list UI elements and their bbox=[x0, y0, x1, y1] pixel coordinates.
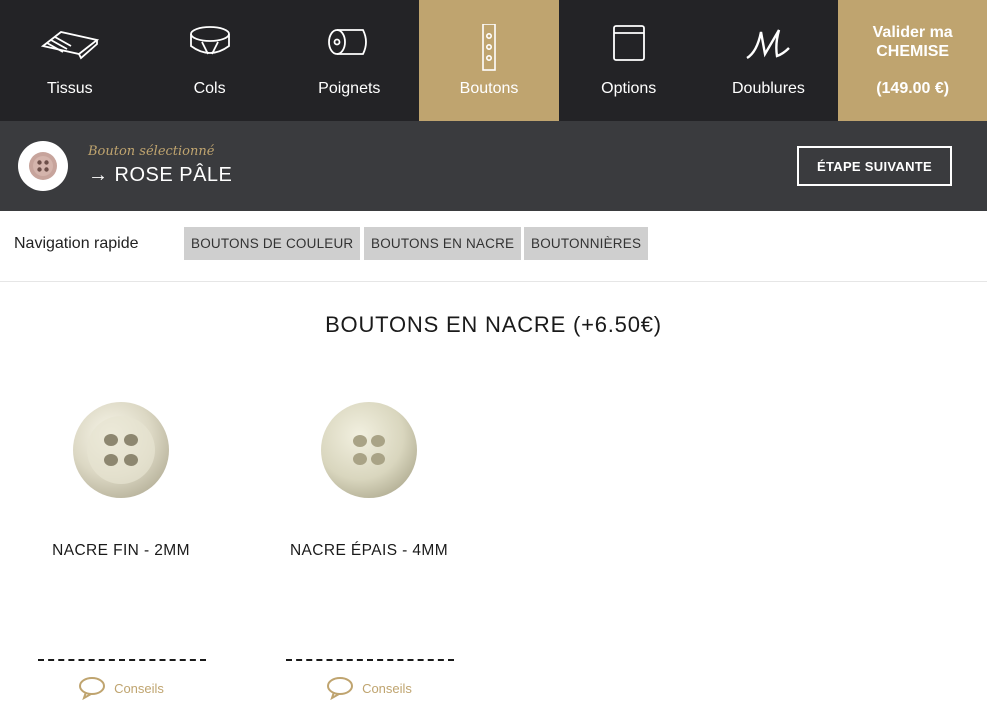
top-navigation: Tissus Cols Poignets Boutons Options Dou… bbox=[0, 0, 987, 121]
nav-options[interactable]: Options bbox=[559, 0, 699, 121]
nav-label: Tissus bbox=[47, 80, 93, 97]
next-step-button[interactable]: ÉTAPE SUIVANTE bbox=[797, 146, 952, 186]
cuff-icon bbox=[327, 24, 371, 80]
options-icon bbox=[612, 24, 646, 80]
nav-label: Doublures bbox=[731, 80, 805, 97]
quick-nav-label: Navigation rapide bbox=[14, 235, 139, 252]
quick-nav-nacre-buttons[interactable]: BOUTONS EN NACRE bbox=[364, 227, 522, 260]
validate-line1: Valider ma bbox=[872, 24, 953, 41]
validate-price: (149.00 €) bbox=[876, 80, 950, 97]
button-swatch-icon bbox=[29, 152, 57, 180]
quick-nav-buttonholes[interactable]: BOUTONNIÈRES bbox=[524, 227, 649, 260]
nav-tissus[interactable]: Tissus bbox=[0, 0, 140, 121]
buttons-icon bbox=[479, 24, 499, 80]
validate-line2: CHEMISE bbox=[876, 43, 950, 60]
quick-navigation: Navigation rapide BOUTONS DE COULEUR BOU… bbox=[0, 211, 987, 282]
monogram-icon bbox=[743, 24, 793, 80]
nav-label: Boutons bbox=[459, 80, 519, 97]
section-title: BOUTONS EN NACRE (+6.50€) bbox=[325, 312, 662, 337]
nav-poignets[interactable]: Poignets bbox=[279, 0, 419, 121]
selected-button-swatch bbox=[18, 141, 68, 191]
fabric-icon bbox=[40, 24, 99, 80]
conseils-link[interactable]: Conseils bbox=[26, 676, 216, 700]
nav-label: Poignets bbox=[318, 80, 381, 97]
nav-label: Options bbox=[601, 80, 657, 97]
speech-bubble-icon bbox=[79, 677, 106, 700]
conseils-label: Conseils bbox=[114, 680, 164, 696]
conseils-label: Conseils bbox=[362, 680, 412, 696]
selected-value: → ROSE PÂLE bbox=[88, 164, 232, 187]
nacre-epais-button-icon bbox=[321, 402, 417, 498]
speech-bubble-icon bbox=[327, 677, 354, 700]
nav-label: Cols bbox=[193, 80, 226, 97]
selected-button-bar: Bouton sélectionné → ROSE PÂLE ÉTAPE SUI… bbox=[0, 121, 987, 211]
validate-shirt-button[interactable]: Valider ma CHEMISE (149.00 €) bbox=[838, 0, 987, 121]
product-card[interactable]: NACRE FIN - 2MM Conseils bbox=[26, 380, 216, 700]
product-name: NACRE FIN - 2MM bbox=[52, 542, 190, 559]
product-image[interactable] bbox=[26, 380, 216, 520]
arrow-right-icon: → bbox=[88, 164, 109, 186]
quick-nav-colour-buttons[interactable]: BOUTONS DE COULEUR bbox=[184, 227, 361, 260]
product-card[interactable]: NACRE ÉPAIS - 4MM Conseils bbox=[274, 380, 464, 700]
nacre-fin-button-icon bbox=[73, 402, 169, 498]
nav-boutons[interactable]: Boutons bbox=[419, 0, 559, 121]
nav-doublures[interactable]: Doublures bbox=[699, 0, 839, 121]
collar-icon bbox=[188, 24, 232, 80]
conseils-link[interactable]: Conseils bbox=[274, 676, 464, 700]
selected-caption: Bouton sélectionné bbox=[88, 144, 215, 159]
product-image[interactable] bbox=[274, 380, 464, 520]
dashed-divider bbox=[38, 659, 206, 661]
dashed-divider bbox=[286, 659, 454, 661]
nav-cols[interactable]: Cols bbox=[140, 0, 280, 121]
product-name: NACRE ÉPAIS - 4MM bbox=[289, 542, 449, 559]
selected-value-text: ROSE PÂLE bbox=[114, 164, 233, 186]
